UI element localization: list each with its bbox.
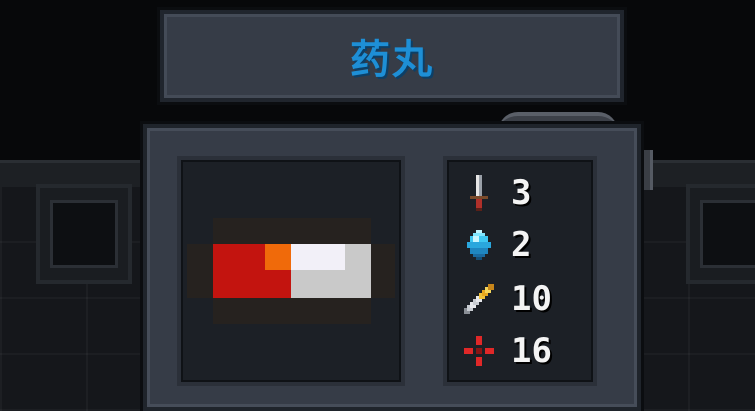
item-name: 药丸 — [350, 37, 434, 83]
stat-ammo: 10 — [461, 278, 552, 320]
stat-damage: 3 — [461, 172, 531, 214]
bullet-icon — [461, 281, 497, 317]
stat-accuracy-value: 16 — [511, 331, 552, 371]
stat-accuracy: 16 — [461, 330, 552, 372]
background-ledge-right — [644, 160, 755, 187]
game-scene: 药丸 3 2 10 16 — [0, 0, 755, 411]
item-name-plate: 药丸 — [160, 10, 624, 102]
stat-energy: 2 — [461, 224, 531, 266]
crosshair-icon — [461, 333, 497, 369]
stat-damage-value: 3 — [511, 173, 532, 213]
item-preview-box — [177, 156, 405, 386]
sword-icon — [461, 175, 497, 211]
stat-energy-value: 2 — [511, 225, 532, 265]
background-crate-left — [36, 184, 132, 284]
item-stats-box: 3 2 10 16 — [443, 156, 597, 386]
crystal-icon — [461, 227, 497, 263]
stat-ammo-value: 10 — [511, 279, 552, 319]
pill-icon — [187, 218, 395, 324]
background-crate-right — [686, 184, 755, 284]
item-info-panel: 3 2 10 16 — [143, 124, 641, 411]
background-ledge-left — [0, 160, 140, 187]
